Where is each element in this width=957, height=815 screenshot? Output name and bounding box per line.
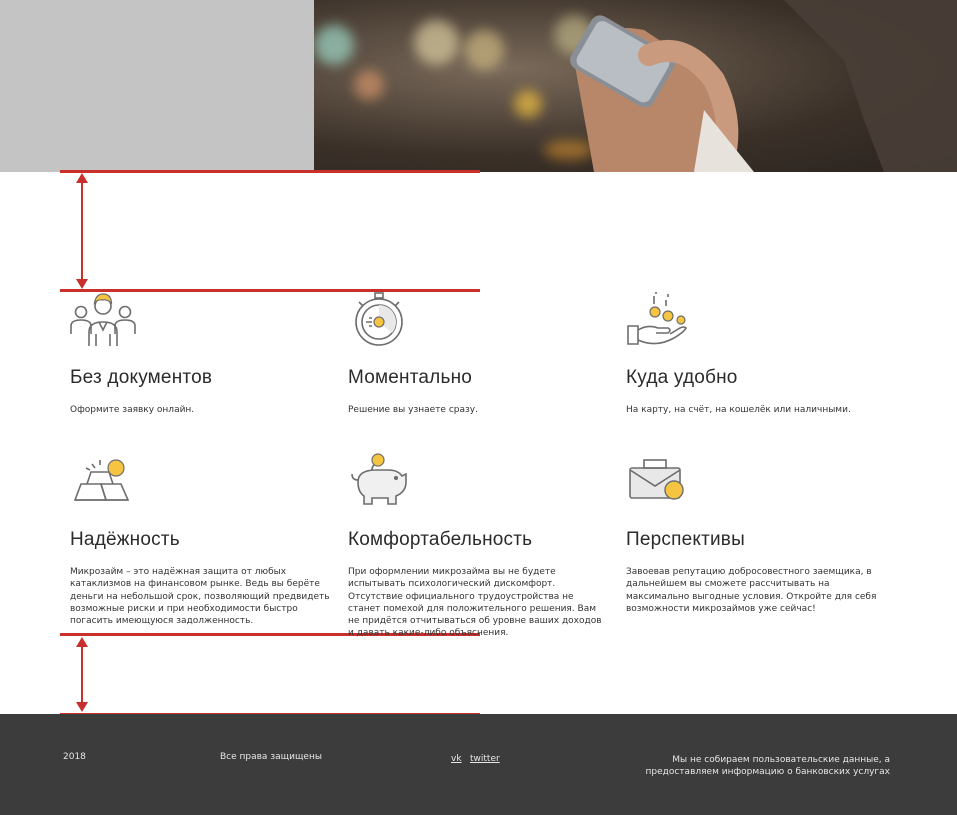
arrow-up-icon [76,637,88,647]
feature-title: Надёжность [70,529,180,550]
spacing-guide-line [60,170,480,173]
feature-description: Оформите заявку онлайн. [70,405,195,415]
hero-photo [314,0,957,172]
feature-title: Комфортабельность [348,529,533,550]
gold-bars-icon [73,459,130,501]
footer-notice: Мы не собираем пользовательские данные, … [646,754,891,778]
hero-placeholder [0,0,314,172]
feature-description: Решение вы узнаете сразу. [348,405,478,415]
feature-description: На карту, на счёт, на кошелёк или наличн… [626,405,851,415]
feature-title: Моментально [348,367,473,388]
spacing-arrow [81,646,83,702]
feature-description: При оформлении микрозайма вы не будете и… [348,567,602,639]
arrow-down-icon [76,279,88,289]
arrow-up-icon [76,173,88,183]
feature-description: Микрозайм – это надёжная защита от любых… [70,567,330,627]
piggy-bank-icon [351,453,407,505]
footer: 2018 Все права защищены vk twitter Мы не… [0,714,957,815]
stopwatch-icon [355,292,403,346]
vk-link[interactable]: vk [451,754,462,764]
footer-notice-line: предоставляем информацию о банковских ус… [645,767,891,777]
feature-title: Перспективы [626,529,745,550]
arrow-down-icon [76,702,88,712]
footer-rights: Все права защищены [220,752,322,762]
briefcase-coin-icon [629,459,684,500]
feature-title: Куда удобно [626,367,738,388]
feature-title: Без документов [70,367,213,388]
twitter-link[interactable]: twitter [470,754,500,764]
hand-coins-icon [627,292,687,345]
people-icon [70,293,136,346]
footer-notice-line: Мы не собираем пользовательские данные, … [672,755,890,765]
feature-description: Завоевав репутацию добросовестного заемщ… [626,567,877,614]
footer-year: 2018 [63,752,86,762]
spacing-arrow [81,180,83,280]
